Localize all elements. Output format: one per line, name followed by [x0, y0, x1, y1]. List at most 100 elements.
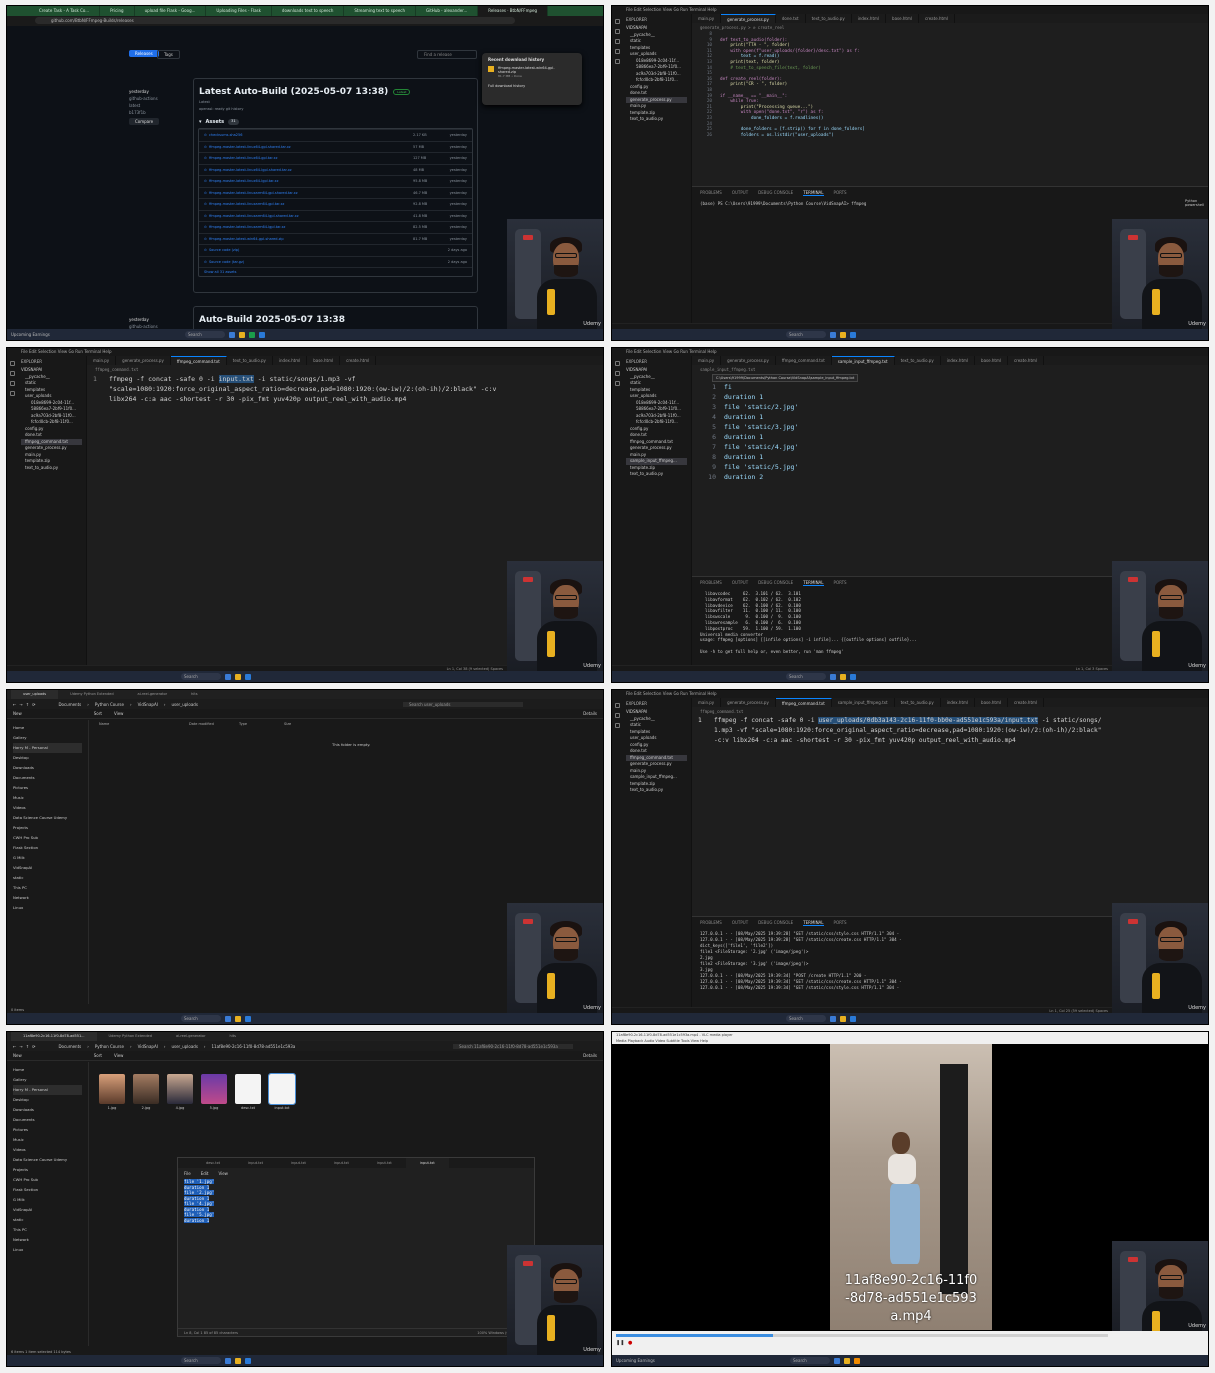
- asset-row[interactable]: ⊙ checksums.sha256 2.17 KB yesterday: [199, 129, 472, 141]
- column-header[interactable]: Size: [284, 722, 324, 726]
- file-thumbnail[interactable]: [167, 1074, 193, 1104]
- refresh-icon[interactable]: ⟳: [32, 702, 35, 707]
- start-icon[interactable]: [830, 1015, 836, 1022]
- explorer-item[interactable]: text_to_audio.py: [626, 116, 687, 123]
- code-editor[interactable]: generate_process.py > ⊘ create_reel 8 9 de…: [692, 23, 1208, 138]
- asset-name[interactable]: ffmpeg-master-latest-win64-gpl-shared.zi…: [209, 234, 413, 245]
- editor-tab[interactable]: sample_input_ffmpeg.txt: [832, 698, 895, 707]
- browser-tab[interactable]: Uploading Files - Flask: [206, 6, 272, 16]
- file-thumbnail[interactable]: [133, 1074, 159, 1104]
- nav-item[interactable]: Pictures: [13, 1125, 82, 1135]
- nav-item[interactable]: Linux: [13, 903, 82, 913]
- browser-tab[interactable]: upload file Flask - Goog...: [135, 6, 207, 16]
- explorer-item[interactable]: text_to_audio.py: [626, 471, 687, 478]
- up-icon[interactable]: ↑: [26, 702, 29, 707]
- code-line[interactable]: 5 file 'static/3.jpg': [698, 422, 1208, 432]
- menu-bar[interactable]: File Edit Selection View Go Run Terminal…: [612, 348, 1208, 356]
- search-input[interactable]: Search user_uploads: [403, 701, 523, 707]
- code-editor[interactable]: ffmpeg_command.txt 1 ffmpeg -f concat -s…: [87, 365, 603, 404]
- panel-tab[interactable]: PROBLEMS: [700, 920, 722, 926]
- asset-name[interactable]: Source code (tar.gz): [209, 257, 413, 268]
- panel-tab[interactable]: PORTS: [834, 190, 847, 196]
- explorer-window-tab[interactable]: user_uploads: [11, 690, 59, 699]
- explorer-window-tab[interactable]: 11af8e90-2c16-11f0-8d78-ad551...: [11, 1032, 97, 1041]
- editor-tab[interactable]: base.html: [307, 356, 341, 365]
- editor-tab[interactable]: main.py: [87, 356, 117, 365]
- nav-item[interactable]: Network: [13, 893, 82, 903]
- source-control-icon[interactable]: [9, 381, 15, 386]
- editor-tab[interactable]: main.py: [692, 14, 722, 23]
- sort-button[interactable]: Sort: [94, 1053, 102, 1058]
- nav-item[interactable]: Music: [13, 793, 82, 803]
- editor-tab[interactable]: text_to_audio.py: [806, 14, 852, 23]
- explorer-item[interactable]: 58866ea7-2bf9-11f0...: [21, 406, 82, 413]
- nav-item[interactable]: G Milk: [13, 853, 82, 863]
- editor-tab[interactable]: main.py: [692, 356, 722, 365]
- nav-item[interactable]: Pictures: [13, 783, 82, 793]
- browser-tab[interactable]: Create Task - A Task Co...: [29, 6, 101, 16]
- vlc-icon[interactable]: [854, 1357, 860, 1364]
- asset-row[interactable]: ⊙ ffmpeg-master-latest-linuxarm64-gpl-sha…: [199, 186, 472, 199]
- record-icon[interactable]: ●: [628, 1340, 632, 1346]
- asset-name[interactable]: ffmpeg-master-latest-linuxarm64-lgpl-sha…: [209, 211, 413, 222]
- code-line-1[interactable]: 1 ffmpeg -f concat -safe 0 -i input.txt …: [87, 374, 603, 404]
- nav-item[interactable]: Linux: [13, 1245, 82, 1255]
- browser-tab[interactable]: GitHub - alexander...: [416, 6, 479, 16]
- terminal-powershell[interactable]: powershell: [1185, 203, 1204, 207]
- start-icon[interactable]: [834, 1357, 840, 1364]
- code-line[interactable]: 7 file 'static/4.jpg': [698, 442, 1208, 452]
- editor-tab[interactable]: text_to_audio.py: [895, 356, 941, 365]
- notepad-menu-item[interactable]: View: [218, 1171, 228, 1176]
- nav-item[interactable]: static: [13, 873, 82, 883]
- asset-name[interactable]: ffmpeg-master-latest-linuxarm64-gpl-shar…: [209, 188, 413, 199]
- asset-row[interactable]: ⊙ ffmpeg-master-latest-linuxarm64-lgpl.ta…: [199, 221, 472, 233]
- menu-bar[interactable]: File Edit Selection View Go Run Terminal…: [612, 6, 1208, 14]
- nav-item[interactable]: Home: [13, 723, 82, 733]
- code-line[interactable]: 6 duration 1: [698, 432, 1208, 442]
- explorer-window-tab[interactable]: hits: [218, 1032, 248, 1041]
- vscode-icon[interactable]: [259, 331, 265, 338]
- file-name[interactable]: 4.jpg: [167, 1106, 193, 1110]
- up-icon[interactable]: ↑: [26, 1044, 29, 1049]
- download-item[interactable]: ffmpeg-master-latest-win64-gpl-shared.zi…: [488, 66, 576, 78]
- panel-tab[interactable]: DEBUG CONSOLE: [758, 920, 793, 926]
- video-frame[interactable]: 11af8e90-2c16-11f0 -8d78-ad551e1c593 a.m…: [830, 1044, 992, 1330]
- nav-item[interactable]: VidSnapAI: [13, 863, 82, 873]
- breadcrumb[interactable]: ffmpeg_command.txt: [87, 365, 603, 374]
- new-button[interactable]: New: [13, 1053, 22, 1058]
- taskbar-search[interactable]: Search: [790, 1357, 830, 1364]
- vscode-icon[interactable]: [245, 673, 251, 680]
- panel-tab[interactable]: PORTS: [834, 920, 847, 926]
- asset-row[interactable]: ⊙ Source code (zip) 2 days ago: [199, 244, 472, 256]
- release-commit[interactable]: b173f1b: [129, 109, 159, 116]
- taskbar-search[interactable]: Search: [786, 331, 826, 338]
- panel-tab[interactable]: OUTPUT: [732, 190, 748, 196]
- vscode-icon[interactable]: [245, 1015, 251, 1022]
- explorer-icon[interactable]: [235, 1357, 241, 1364]
- nav-item[interactable]: Projects: [13, 1165, 82, 1175]
- seek-bar[interactable]: [616, 1334, 1108, 1337]
- full-download-history-link[interactable]: Full download history: [488, 84, 576, 88]
- nav-item[interactable]: Home: [13, 1065, 82, 1075]
- code-lines[interactable]: 8 9 def text_to_audio(folder): 10 print("TT…: [692, 32, 1208, 138]
- browser-tab[interactable]: Releases · BtbN/FFmpeg: [478, 6, 549, 16]
- nav-item[interactable]: Projects: [13, 823, 82, 833]
- search-icon[interactable]: [614, 713, 620, 718]
- browser-tab[interactable]: Streaming text to speech: [344, 6, 417, 16]
- compare-button[interactable]: Compare: [129, 118, 160, 125]
- release-title[interactable]: Latest Auto-Build (2025-05-07 13:38): [199, 87, 388, 97]
- editor-tab[interactable]: base.html: [886, 14, 919, 23]
- source-control-icon[interactable]: [614, 723, 620, 728]
- nav-item[interactable]: static: [13, 1215, 82, 1225]
- notepad-menu-item[interactable]: File: [184, 1171, 191, 1176]
- start-icon[interactable]: [225, 673, 231, 680]
- panel-tab[interactable]: OUTPUT: [732, 580, 748, 586]
- forward-icon[interactable]: →: [19, 702, 22, 707]
- panel-tab[interactable]: DEBUG CONSOLE: [758, 190, 793, 196]
- nav-item[interactable]: G Milk: [13, 1195, 82, 1205]
- code-line[interactable]: 10 duration 2: [698, 472, 1208, 482]
- panel-tab[interactable]: TERMINAL: [803, 920, 824, 926]
- asset-row[interactable]: ⊙ ffmpeg-master-latest-linux64-gpl.tar.xz…: [199, 152, 472, 164]
- source-control-icon[interactable]: [614, 39, 620, 44]
- code-line[interactable]: 4 duration 1: [698, 412, 1208, 422]
